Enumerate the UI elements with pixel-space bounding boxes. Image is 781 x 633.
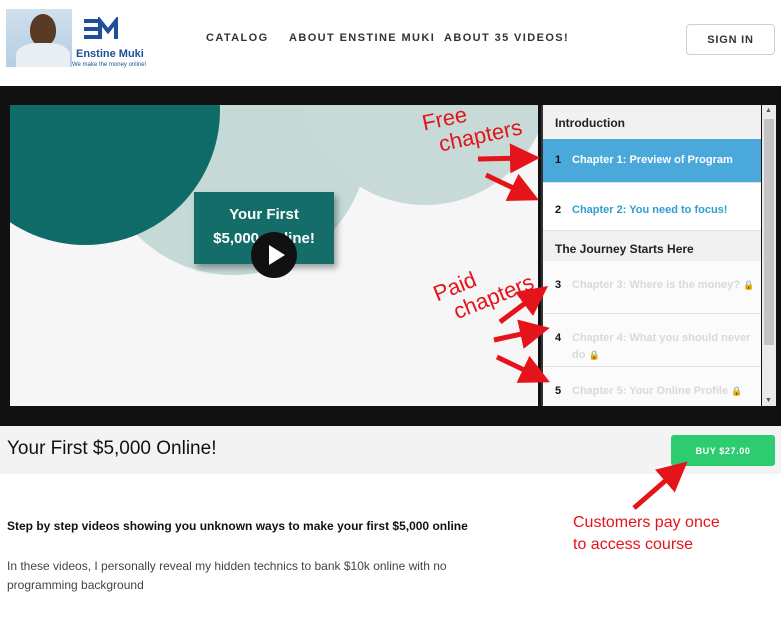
chapter-item-4[interactable]: 4 Chapter 4: What you should never do 🔒 bbox=[543, 314, 761, 367]
chapter-number: 5 bbox=[555, 385, 562, 397]
course-subtitle: Step by step videos showing you unknown … bbox=[7, 519, 468, 533]
site-header: Enstine Muki We make the money online! C… bbox=[0, 0, 781, 86]
chapter-number: 1 bbox=[555, 154, 562, 166]
nav-catalog[interactable]: CATALOG bbox=[206, 32, 269, 44]
chapter-number: 3 bbox=[555, 279, 562, 291]
arrow-icon bbox=[632, 461, 688, 510]
chapter-list: Introduction 1 Chapter 1: Preview of Pro… bbox=[541, 105, 761, 406]
nav-about-videos[interactable]: ABOUT 35 VIDEOS! bbox=[444, 32, 569, 44]
player-stage: Your First $5,000 Online! Introduction 1… bbox=[0, 86, 781, 426]
chapter-label: Chapter 2: You need to focus! bbox=[572, 204, 728, 216]
chapter-scrollbar[interactable]: ▲ ▼ bbox=[762, 105, 776, 406]
chapter-item-5[interactable]: 5 Chapter 5: Your Online Profile 🔒 bbox=[543, 367, 761, 406]
play-icon[interactable] bbox=[251, 232, 297, 278]
scroll-up-icon[interactable]: ▲ bbox=[765, 107, 772, 114]
section-header: Introduction bbox=[543, 105, 761, 139]
brand-name: Enstine Muki bbox=[76, 48, 144, 60]
sign-in-button[interactable]: SIGN IN bbox=[686, 24, 775, 55]
scroll-down-icon[interactable]: ▼ bbox=[765, 397, 772, 404]
course-description: In these videos, I personally reveal my … bbox=[7, 559, 447, 592]
lock-icon: 🔒 bbox=[731, 386, 743, 396]
brand-tagline: We make the money online! bbox=[72, 62, 147, 68]
chapter-number: 2 bbox=[555, 204, 562, 216]
buy-button[interactable]: BUY $27.00 bbox=[671, 435, 775, 466]
brand-mark-icon bbox=[84, 17, 118, 39]
site-logo[interactable]: Enstine Muki We make the money online! bbox=[6, 9, 149, 68]
author-photo bbox=[6, 9, 72, 67]
course-title-bar: Your First $5,000 Online! BUY $27.00 bbox=[0, 426, 781, 474]
annotation-pay-once: Customers pay once to access course bbox=[573, 514, 720, 553]
chapter-number: 4 bbox=[555, 332, 562, 344]
lock-icon: 🔒 bbox=[588, 350, 600, 360]
section-header: The Journey Starts Here bbox=[543, 231, 761, 261]
title-card-line1: Your First bbox=[229, 206, 299, 223]
lock-icon: 🔒 bbox=[743, 280, 755, 290]
chapter-item-1[interactable]: 1 Chapter 1: Preview of Program bbox=[543, 139, 761, 183]
chapter-label: Chapter 5: Your Online Profile bbox=[572, 385, 729, 397]
nav-about-author[interactable]: ABOUT ENSTINE MUKI bbox=[289, 32, 435, 44]
chapter-label: Chapter 1: Preview of Program bbox=[572, 154, 733, 166]
chapter-item-2[interactable]: 2 Chapter 2: You need to focus! bbox=[543, 183, 761, 231]
chapter-item-3[interactable]: 3 Chapter 3: Where is the money? 🔒 bbox=[543, 261, 761, 314]
scroll-thumb[interactable] bbox=[764, 119, 774, 345]
chapter-label: Chapter 3: Where is the money? bbox=[572, 279, 741, 291]
course-title: Your First $5,000 Online! bbox=[7, 438, 217, 459]
